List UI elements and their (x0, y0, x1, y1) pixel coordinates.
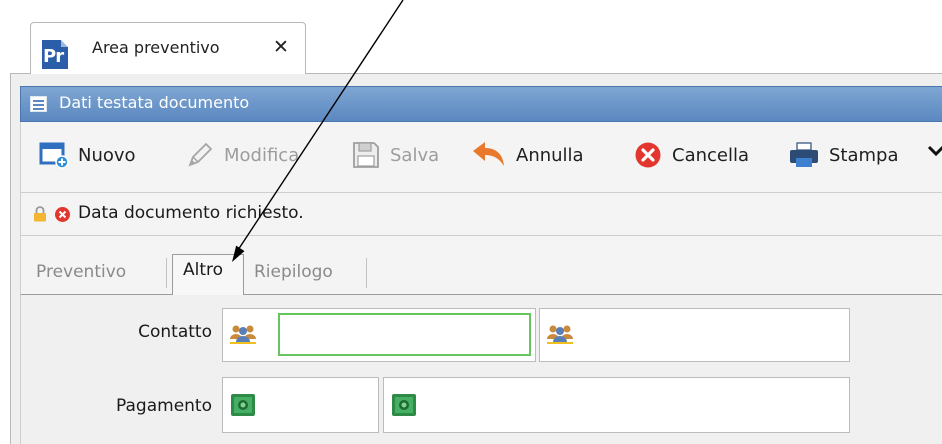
contacts-people-icon[interactable] (229, 321, 257, 349)
contatto-description-field[interactable] (539, 308, 850, 362)
annulla-label: Annulla (516, 144, 584, 166)
cancella-button[interactable]: Cancella (633, 135, 749, 175)
pagamento-code-field[interactable] (222, 377, 379, 433)
tab-riepilogo[interactable]: Riepilogo (254, 258, 333, 294)
section-header: Dati testata documento (20, 86, 942, 122)
annulla-button[interactable]: Annulla (471, 135, 584, 175)
tab-preventivo[interactable]: Preventivo (36, 258, 126, 294)
pencil-icon (185, 140, 215, 170)
toolbar: Nuovo Modifica Salva Annulla Cancella St… (20, 122, 942, 192)
pagamento-label: Pagamento (116, 396, 212, 416)
lock-icon (33, 206, 47, 222)
modifica-button[interactable]: Modifica (185, 135, 299, 175)
undo-arrow-icon (471, 140, 507, 170)
tab-strip (20, 236, 942, 294)
contatto-label: Contatto (138, 322, 212, 342)
printer-icon (788, 140, 820, 170)
premiere-app-icon: Pr (42, 40, 68, 69)
floppy-disk-icon (351, 140, 381, 170)
modifica-label: Modifica (224, 144, 300, 166)
status-bar: Data documento richiesto. (20, 192, 942, 236)
money-banknote-icon (229, 392, 257, 420)
section-title: Dati testata documento (59, 93, 250, 112)
red-x-circle-icon (633, 140, 663, 170)
money-banknote-icon (390, 392, 418, 420)
document-tab[interactable]: Pr Area preventivo ✕ (30, 22, 306, 74)
pagamento-description-field[interactable] (383, 377, 850, 433)
nuovo-button[interactable]: Nuovo (39, 135, 136, 175)
salva-button[interactable]: Salva (351, 135, 439, 175)
table-icon (30, 96, 47, 112)
nuovo-label: Nuovo (78, 144, 136, 166)
status-message: Data documento richiesto. (78, 203, 304, 223)
contatto-input[interactable] (278, 313, 531, 356)
error-icon (54, 206, 71, 223)
stampa-button[interactable]: Stampa (788, 135, 899, 175)
close-icon[interactable]: ✕ (273, 36, 289, 58)
cancella-label: Cancella (672, 144, 750, 166)
document-tab-label: Area preventivo (92, 38, 220, 57)
toolbar-overflow-chevron-icon[interactable] (927, 143, 942, 163)
salva-label: Salva (390, 144, 440, 166)
tab-separator (366, 258, 367, 288)
stampa-label: Stampa (829, 144, 899, 166)
tab-separator (166, 258, 167, 288)
new-document-icon (39, 140, 69, 170)
tab-altro[interactable]: Altro (172, 254, 244, 295)
contacts-people-icon (546, 321, 574, 349)
